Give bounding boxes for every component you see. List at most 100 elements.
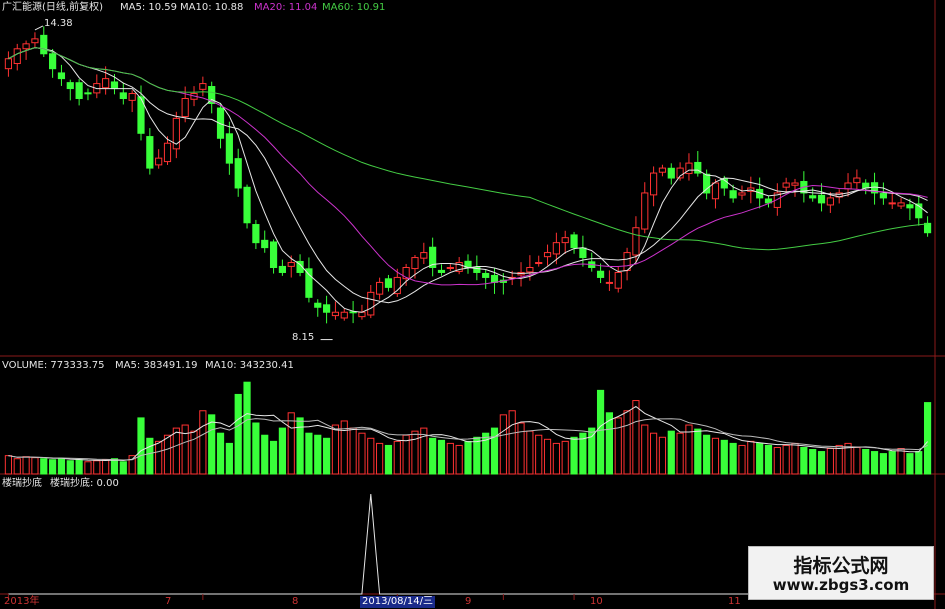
candle-body	[579, 247, 587, 259]
candle-body	[128, 93, 136, 101]
volume-bar	[411, 430, 419, 475]
low-price-label: 8.15	[292, 332, 315, 343]
candle-body	[146, 136, 154, 169]
volume-bar	[791, 442, 799, 475]
volume-bar	[473, 436, 481, 475]
candle-body	[490, 274, 499, 283]
volume-bar	[429, 437, 437, 475]
candle-body	[278, 265, 286, 273]
volume-bar	[243, 381, 251, 475]
xaxis-cursor-date: 2013/08/14/三	[360, 596, 436, 608]
volume-bar	[756, 442, 764, 475]
candle-body	[269, 241, 278, 269]
volume-bar	[800, 446, 808, 475]
indicator-name: 楼瑞抄底	[2, 478, 42, 489]
volume-ma10-label: MA10: 343230.41	[205, 360, 294, 371]
volume-label: VOLUME: 773333.75	[2, 360, 105, 371]
stock-chart-canvas	[0, 0, 945, 609]
volume-bar	[349, 427, 357, 475]
volume-bar	[75, 459, 83, 475]
volume-bar	[676, 432, 684, 475]
volume-bar	[287, 412, 295, 475]
candle-body	[561, 237, 569, 244]
candle-body	[22, 43, 30, 50]
volume-bar	[835, 444, 843, 475]
candle-body	[641, 192, 649, 230]
volume-bar	[4, 455, 13, 475]
candle-body	[13, 48, 21, 65]
volume-bar	[535, 434, 543, 475]
candle-body	[155, 157, 163, 166]
candle-body	[906, 204, 914, 209]
volume-bar	[393, 440, 401, 475]
volume-bar	[650, 432, 658, 475]
candle-body	[482, 272, 490, 278]
candle-body	[729, 190, 737, 199]
volume-bar	[163, 434, 172, 475]
candle-body	[49, 53, 57, 70]
volume-bar	[296, 417, 304, 475]
candle-body	[40, 34, 48, 55]
candle-body	[826, 197, 834, 206]
volume-bar	[897, 448, 905, 475]
volume-bar	[331, 424, 340, 475]
candle-body	[393, 276, 401, 295]
candle-body	[384, 278, 393, 288]
volume-bar	[809, 449, 817, 475]
volume-bar	[720, 439, 728, 475]
candle-body	[102, 78, 110, 89]
volume-bar	[93, 460, 101, 475]
candle-body	[4, 58, 13, 70]
candle-body	[888, 202, 896, 205]
candle-body	[596, 270, 605, 278]
volume-bar	[782, 444, 790, 475]
volume-bar	[66, 460, 74, 475]
candle-body	[75, 82, 83, 100]
candle-body	[535, 262, 543, 265]
volume-bar	[119, 461, 127, 475]
candle-body	[738, 192, 746, 196]
candle-body	[862, 182, 870, 189]
candle-body	[322, 304, 331, 313]
candle-body	[632, 227, 640, 256]
candle-body	[358, 311, 366, 318]
volume-bar	[13, 458, 21, 475]
volume-bar	[915, 451, 923, 475]
volume-bar	[729, 442, 737, 475]
volume-bar	[261, 434, 269, 475]
candle-body	[650, 172, 658, 196]
volume-bar	[667, 430, 675, 475]
volume-bar	[22, 456, 30, 475]
volume-bar	[367, 437, 375, 475]
volume-bar	[225, 442, 233, 475]
candle-body	[446, 267, 454, 269]
volume-bar	[49, 459, 57, 475]
candle-body	[791, 182, 799, 186]
candle-body	[844, 182, 852, 190]
volume-bar	[305, 432, 313, 475]
watermark-title: 指标公式网	[793, 555, 889, 577]
indicator-value: 楼瑞抄底: 0.00	[50, 478, 119, 489]
volume-bar	[216, 432, 225, 475]
candle-body	[261, 239, 269, 249]
volume-bar	[234, 393, 242, 475]
volume-ma5-label: MA5: 383491.19	[115, 360, 198, 371]
volume-bar	[570, 436, 578, 475]
volume-bar	[738, 444, 746, 475]
volume-bar	[278, 427, 286, 475]
stock-title: 广汇能源(日线,前复权)	[2, 2, 103, 13]
candle-body	[817, 194, 826, 204]
volume-bar	[764, 444, 773, 475]
volume-bar	[499, 414, 507, 475]
candle-body	[526, 267, 534, 273]
volume-bar	[110, 458, 119, 475]
xaxis-label-8: 8	[292, 596, 299, 607]
candle-body	[703, 173, 711, 194]
volume-bar	[314, 434, 322, 475]
volume-bar	[146, 437, 154, 475]
volume-bar	[641, 424, 649, 475]
volume-bar	[40, 458, 48, 475]
volume-bar	[552, 442, 560, 475]
volume-bar	[906, 453, 914, 475]
volume-bar	[747, 440, 755, 475]
